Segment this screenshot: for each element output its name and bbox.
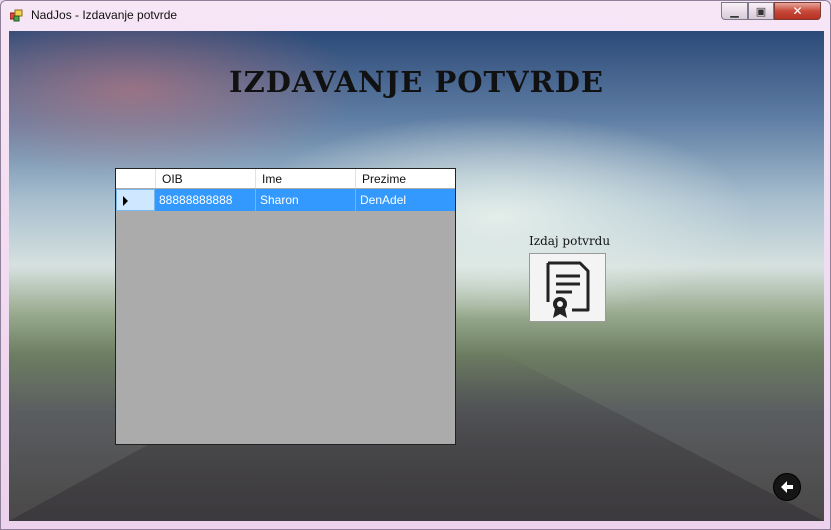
maximize-button[interactable]: ▣ [748, 2, 774, 20]
row-header[interactable] [116, 189, 155, 211]
cell-oib[interactable]: 88888888888 [155, 189, 256, 211]
grid-header: OIB Ime Prezime [116, 169, 455, 189]
title-bar: NadJos - Izdavanje potvrde ▁ ▣ ✕ [1, 1, 830, 31]
close-icon: ✕ [792, 4, 803, 18]
column-header-prezime[interactable]: Prezime [356, 169, 455, 188]
cell-ime[interactable]: Sharon [256, 189, 356, 211]
form-client-area: IZDAVANJE POTVRDE OIB Ime Prezime 888888… [9, 31, 824, 521]
app-icon [10, 9, 23, 22]
current-row-arrow-icon [123, 196, 128, 206]
cell-prezime[interactable]: DenAdel [356, 189, 455, 211]
column-header-oib[interactable]: OIB [156, 169, 256, 188]
issue-certificate-label: Izdaj potvrdu [529, 234, 611, 248]
issue-certificate-button[interactable] [529, 253, 606, 322]
table-row[interactable]: 88888888888 Sharon DenAdel [116, 189, 455, 211]
minimize-button[interactable]: ▁ [721, 2, 748, 20]
app-window: NadJos - Izdavanje potvrde ▁ ▣ ✕ IZDAVAN… [0, 0, 831, 530]
window-title: NadJos - Izdavanje potvrde [31, 8, 178, 22]
certificate-icon [546, 261, 590, 318]
grid-corner-header [116, 169, 156, 188]
column-header-ime[interactable]: Ime [256, 169, 356, 188]
recipients-grid[interactable]: OIB Ime Prezime 88888888888 Sharon DenAd… [115, 168, 456, 445]
maximize-icon: ▣ [755, 4, 767, 18]
minimize-icon: ▁ [730, 4, 739, 18]
close-button[interactable]: ✕ [774, 2, 821, 20]
page-title: IZDAVANJE POTVRDE [229, 65, 604, 99]
back-button[interactable] [773, 473, 801, 501]
back-arrow-icon [781, 481, 793, 493]
